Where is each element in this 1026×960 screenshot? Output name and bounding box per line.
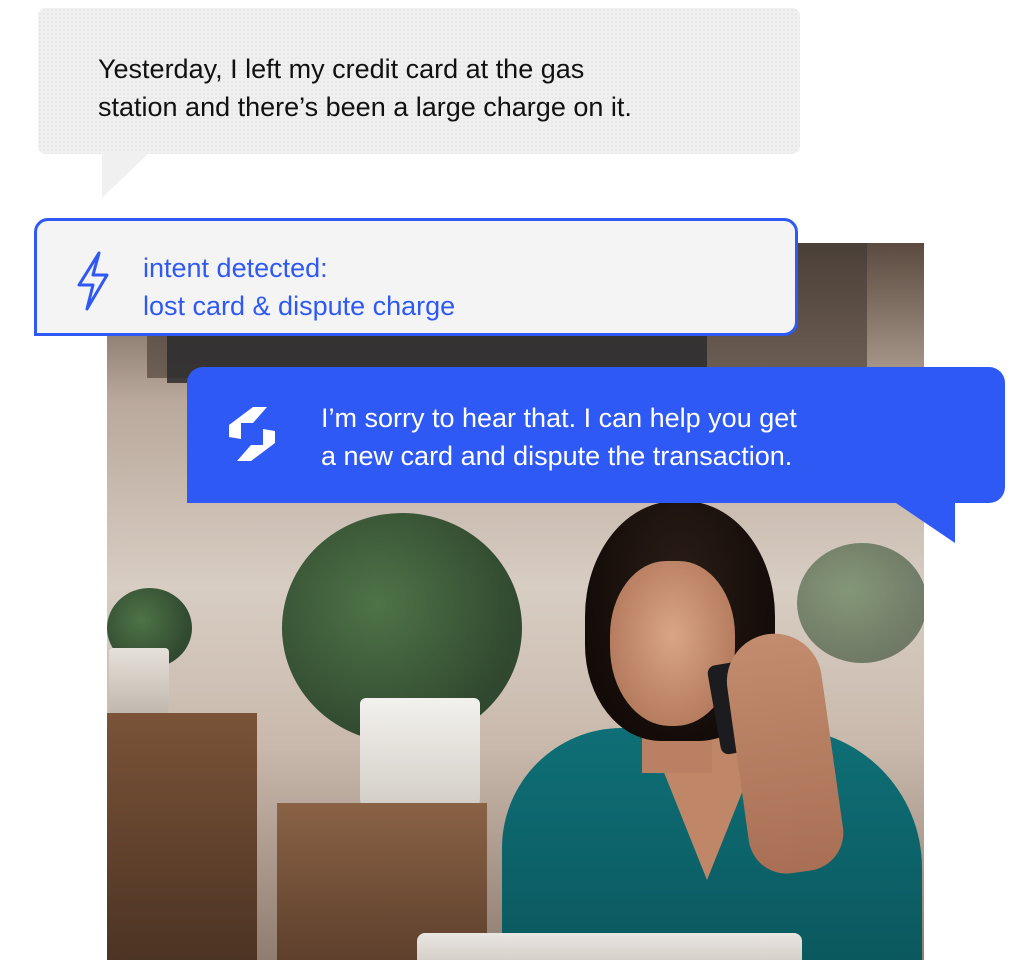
intent-text: intent detected: lost card & dispute cha… [143,249,455,325]
plant-pot [360,698,480,818]
user-message-text: Yesterday, I left my credit card at the … [98,50,778,126]
laptop [417,933,802,960]
assistant-message-line-1: I’m sorry to hear that. I can help you g… [321,403,797,433]
user-bubble-tail [102,152,150,198]
assistant-logo-icon [229,407,275,461]
intent-card: intent detected: lost card & dispute cha… [34,218,798,336]
bookshelf [107,713,257,960]
assistant-bubble-tail [893,501,955,543]
user-message-bubble: Yesterday, I left my credit card at the … [38,8,800,198]
background-plant [797,543,924,663]
assistant-message-text: I’m sorry to hear that. I can help you g… [321,399,971,475]
assistant-message-bubble: I’m sorry to hear that. I can help you g… [187,367,1005,543]
user-message-line-2: station and there’s been a large charge … [98,92,632,122]
customer-photo [107,243,924,960]
intent-label: intent detected: [143,253,328,283]
small-plant-pot [109,648,169,718]
intent-value: lost card & dispute charge [143,291,456,321]
user-message-line-1: Yesterday, I left my credit card at the … [98,54,585,84]
assistant-message-line-2: a new card and dispute the transaction. [321,441,793,471]
lightning-bolt-icon [77,251,109,311]
